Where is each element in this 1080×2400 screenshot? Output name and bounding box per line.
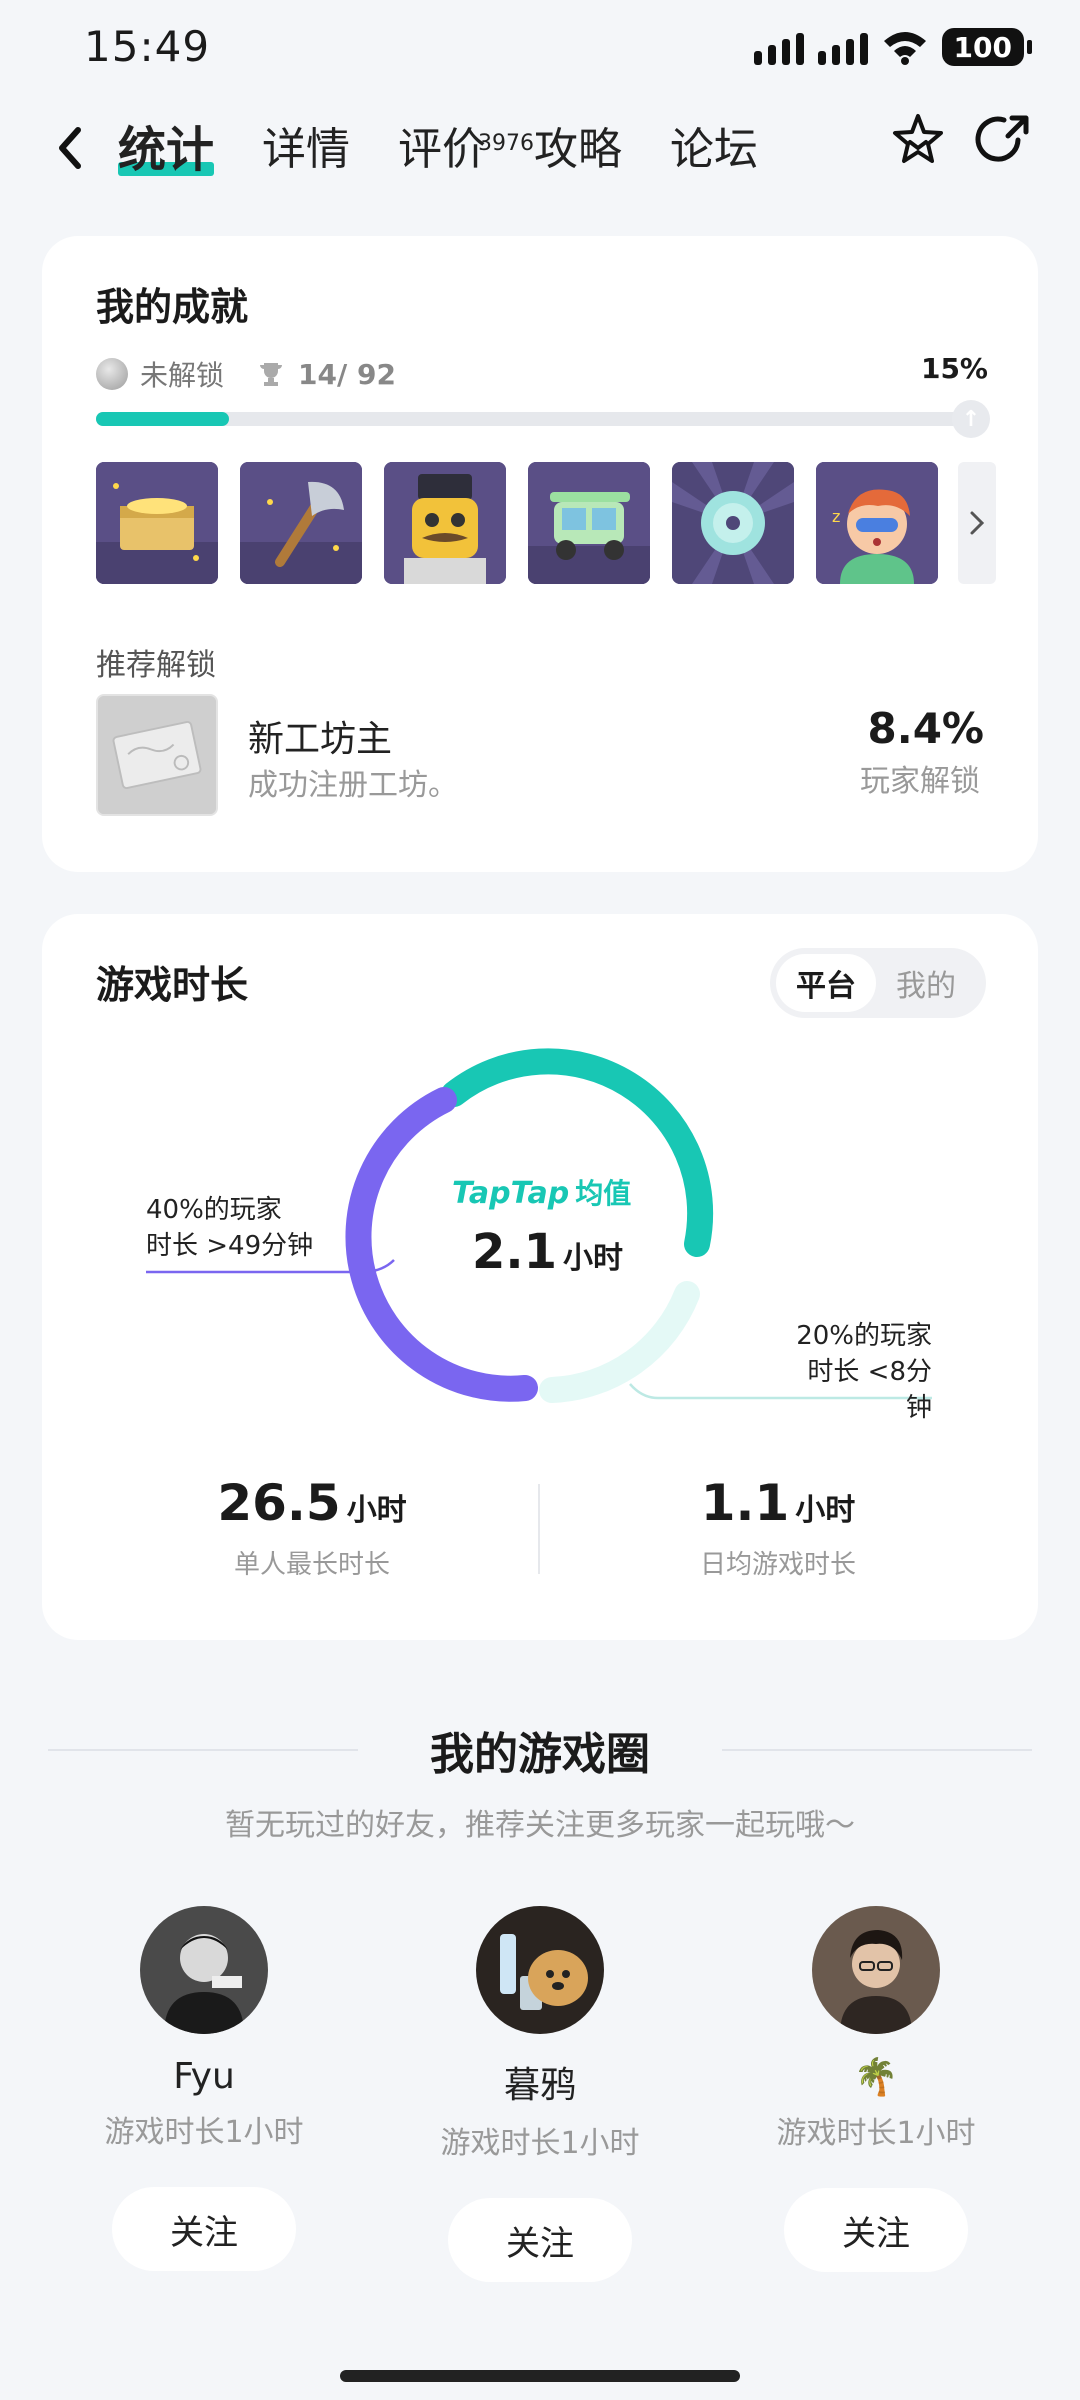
tab-stats[interactable]: 统计	[118, 110, 215, 190]
donut-segment-light	[539, 1281, 700, 1403]
tab-bar: 统计 详情 评价 3976 攻略 论坛	[118, 110, 758, 190]
progress-bar-fill	[96, 412, 229, 426]
friend-name: 🌴	[853, 2057, 899, 2098]
battery-icon: 100	[941, 28, 1033, 66]
badge-axe[interactable]	[240, 462, 362, 584]
achievements-card: 我的成就 未解锁 14/ 92 15% ↑ z 推荐解锁 新工坊主 成功注册工坊…	[42, 236, 1038, 872]
locked-label: 未解锁	[140, 359, 225, 392]
badge-mustache-robot[interactable]	[384, 462, 506, 584]
right-annotation-line1: 20%的玩家	[796, 1321, 932, 1351]
status-bar: 15:49 100	[0, 0, 1080, 96]
progress-bar: ↑	[96, 400, 990, 438]
taptap-logo: TapTap 均值	[452, 1176, 632, 1211]
avatar[interactable]	[140, 1906, 268, 2034]
chevron-right-icon[interactable]	[958, 462, 996, 584]
friend-card: 暮鸦 游戏时长1小时 关注	[390, 1906, 690, 2282]
friend-playtime: 游戏时长1小时	[776, 2116, 976, 2151]
playtime-card: 游戏时长 平台 我的 40%的玩家 时长 >49分钟 20%的玩家 时长 <8分…	[42, 914, 1038, 1640]
right-annotation: 20%的玩家 时长 <8分钟	[788, 1318, 932, 1426]
wifi-icon	[883, 32, 926, 65]
status-time: 15:49	[84, 22, 211, 71]
status-icons: 100	[753, 28, 1033, 66]
badge-sleepy-kid[interactable]: z	[816, 462, 938, 584]
friend-name: 暮鸦	[503, 2065, 576, 2106]
friend-name: Fyu	[173, 2056, 235, 2097]
top-nav: 统计 详情 评价 3976 攻略 论坛	[0, 96, 1080, 206]
right-annotation-line2: 时长 <8分钟	[807, 1357, 932, 1423]
trophy-icon	[260, 363, 283, 386]
achievements-title: 我的成就	[96, 285, 249, 329]
left-annotation: 40%的玩家 时长 >49分钟	[146, 1192, 313, 1264]
badge-tuk-tuk[interactable]	[528, 462, 650, 584]
tab-reviews[interactable]: 评价 3976	[398, 110, 534, 190]
badge-cd-disc[interactable]	[672, 462, 794, 584]
stat-daily-playtime: 1.1 小时 日均游戏时长	[699, 1474, 856, 1580]
home-indicator[interactable]	[340, 2370, 740, 2382]
back-icon[interactable]	[48, 118, 92, 178]
recommend-label: 推荐解锁	[96, 648, 216, 683]
signal-icon	[817, 29, 868, 65]
friend-card: Fyu 游戏时长1小时 关注	[54, 1906, 354, 2271]
circle-title: 我的游戏圈	[430, 1729, 650, 1780]
recommend-unlock-label: 玩家解锁	[860, 764, 980, 799]
share-icon[interactable]	[974, 110, 1034, 170]
left-annotation-line1: 40%的玩家	[146, 1195, 282, 1225]
badge-list: z	[96, 462, 938, 584]
tab-guides[interactable]: 攻略	[534, 110, 622, 190]
friend-card: 🌴 游戏时长1小时 关注	[726, 1906, 1026, 2272]
average-playtime: 2.1 小时	[472, 1224, 624, 1280]
friend-playtime: 游戏时长1小时	[104, 2115, 304, 2150]
tab-details[interactable]: 详情	[262, 110, 350, 190]
friend-playtime: 游戏时长1小时	[440, 2126, 640, 2161]
favorite-star-icon[interactable]	[888, 110, 948, 170]
locked-gem-icon	[96, 358, 128, 390]
progress-percent: 15%	[920, 352, 988, 385]
signal-icon	[753, 29, 804, 65]
avatar[interactable]	[476, 1906, 604, 2034]
left-annotation-line2: 时长 >49分钟	[146, 1231, 314, 1261]
unlocked-count: 14/ 92	[298, 357, 396, 391]
achievement-summary: 未解锁 14/ 92	[96, 354, 396, 394]
follow-button[interactable]: 关注	[112, 2187, 296, 2271]
recommend-name: 新工坊主	[248, 719, 393, 760]
recommend-achievement-image[interactable]	[96, 694, 218, 816]
recommend-unlock-percent: 8.4%	[867, 704, 984, 753]
tab-forum[interactable]: 论坛	[670, 110, 758, 190]
recommend-desc: 成功注册工坊。	[248, 768, 458, 803]
badge-treasure-chest[interactable]	[96, 462, 218, 584]
donut-segment-teal	[441, 1048, 714, 1257]
stat-divider	[538, 1484, 540, 1574]
follow-button[interactable]: 关注	[784, 2188, 968, 2272]
circle-subtitle: 暂无玩过的好友，推荐关注更多玩家一起玩哦～	[225, 1808, 855, 1843]
progress-end-icon: ↑	[952, 400, 990, 438]
avatar[interactable]	[812, 1906, 940, 2034]
svg-text:z: z	[832, 507, 840, 526]
stat-max-playtime: 26.5 小时 单人最长时长	[217, 1474, 407, 1580]
review-count-badge: 3976	[478, 131, 535, 156]
follow-button[interactable]: 关注	[448, 2198, 632, 2282]
